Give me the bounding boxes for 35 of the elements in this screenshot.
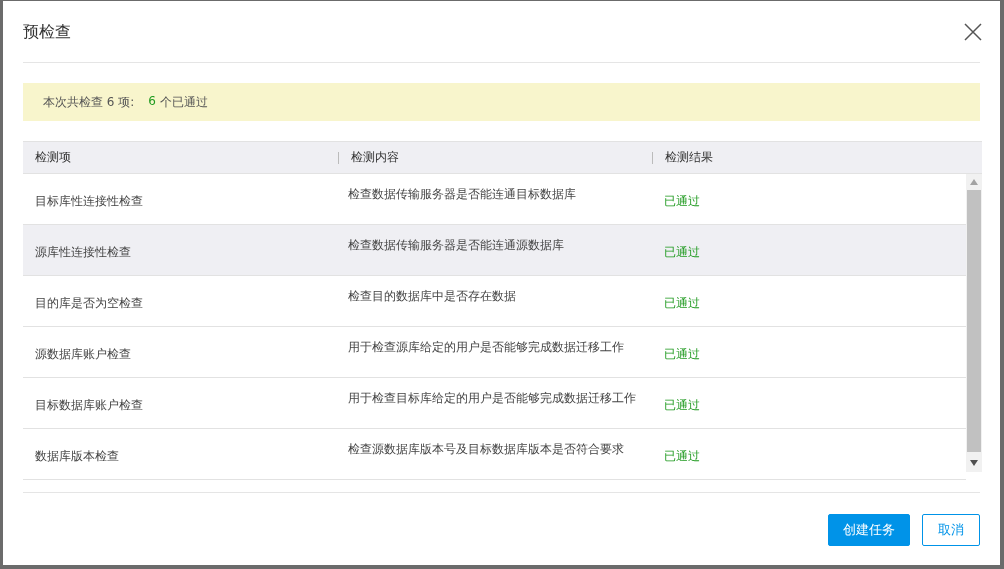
scroll-up-icon[interactable]: [970, 179, 978, 185]
passed-count: 6: [148, 93, 156, 110]
table-cell-text: 目的库是否为空检查: [34, 294, 144, 312]
column-header: 检测内容: [350, 149, 399, 166]
status-text: 已通过: [663, 345, 701, 363]
status-text: 已通过: [663, 294, 701, 312]
table-cell-text: 源库性连接性检查: [34, 243, 132, 261]
scroll-down-icon[interactable]: [970, 460, 978, 466]
table-row[interactable]: 源库性连接性检查 检查数据传输服务器是否能连通源数据库 已通过: [23, 225, 966, 276]
column-header: 检测结果: [664, 149, 713, 166]
table-row[interactable]: 源数据库账户检查 用于检查源库给定的用户是否能够完成数据迁移工作 已通过: [23, 327, 966, 378]
table-cell-text: 检查源数据库版本号及目标数据库版本是否符合要求: [347, 441, 625, 458]
status-text: 已通过: [663, 447, 701, 465]
table-cell-text: 数据库版本检查: [34, 447, 120, 465]
status-text: 已通过: [663, 396, 701, 414]
scrollbar-thumb[interactable]: [967, 190, 981, 452]
table-row[interactable]: 数据库版本检查 检查源数据库版本号及目标数据库版本是否符合要求 已通过: [23, 429, 966, 480]
table-row[interactable]: 目的库是否为空检查 检查目的数据库中是否存在数据 已通过: [23, 276, 966, 327]
status-text: 已通过: [663, 192, 701, 210]
table-row[interactable]: 目标数据库账户检查 用于检查目标库给定的用户是否能够完成数据迁移工作 已通过: [23, 378, 966, 429]
column-header: 检测项: [34, 149, 71, 166]
table-cell-text: 检查数据传输服务器是否能连通源数据库: [347, 237, 565, 254]
scrollbar[interactable]: [966, 174, 982, 472]
table-cell-text: 目标库性连接性检查: [34, 192, 144, 210]
status-text: 已通过: [663, 243, 701, 261]
close-icon[interactable]: [964, 23, 982, 41]
passed-text: 个已通过: [159, 93, 208, 111]
table-cell-text: 源数据库账户检查: [34, 345, 132, 363]
table-cell-text: 用于检查目标库给定的用户是否能够完成数据迁移工作: [347, 390, 637, 407]
table-cell-text: 用于检查源库给定的用户是否能够完成数据迁移工作: [347, 339, 625, 356]
table-cell-text: 检查目的数据库中是否存在数据: [347, 288, 517, 305]
dialog-title: 预检查: [23, 22, 71, 41]
table-cell-text: 目标数据库账户检查: [34, 396, 144, 414]
table-cell-text: 检查数据传输服务器是否能连通目标数据库: [347, 186, 577, 203]
summary-text: 本次共检查 6 项:: [43, 93, 135, 111]
